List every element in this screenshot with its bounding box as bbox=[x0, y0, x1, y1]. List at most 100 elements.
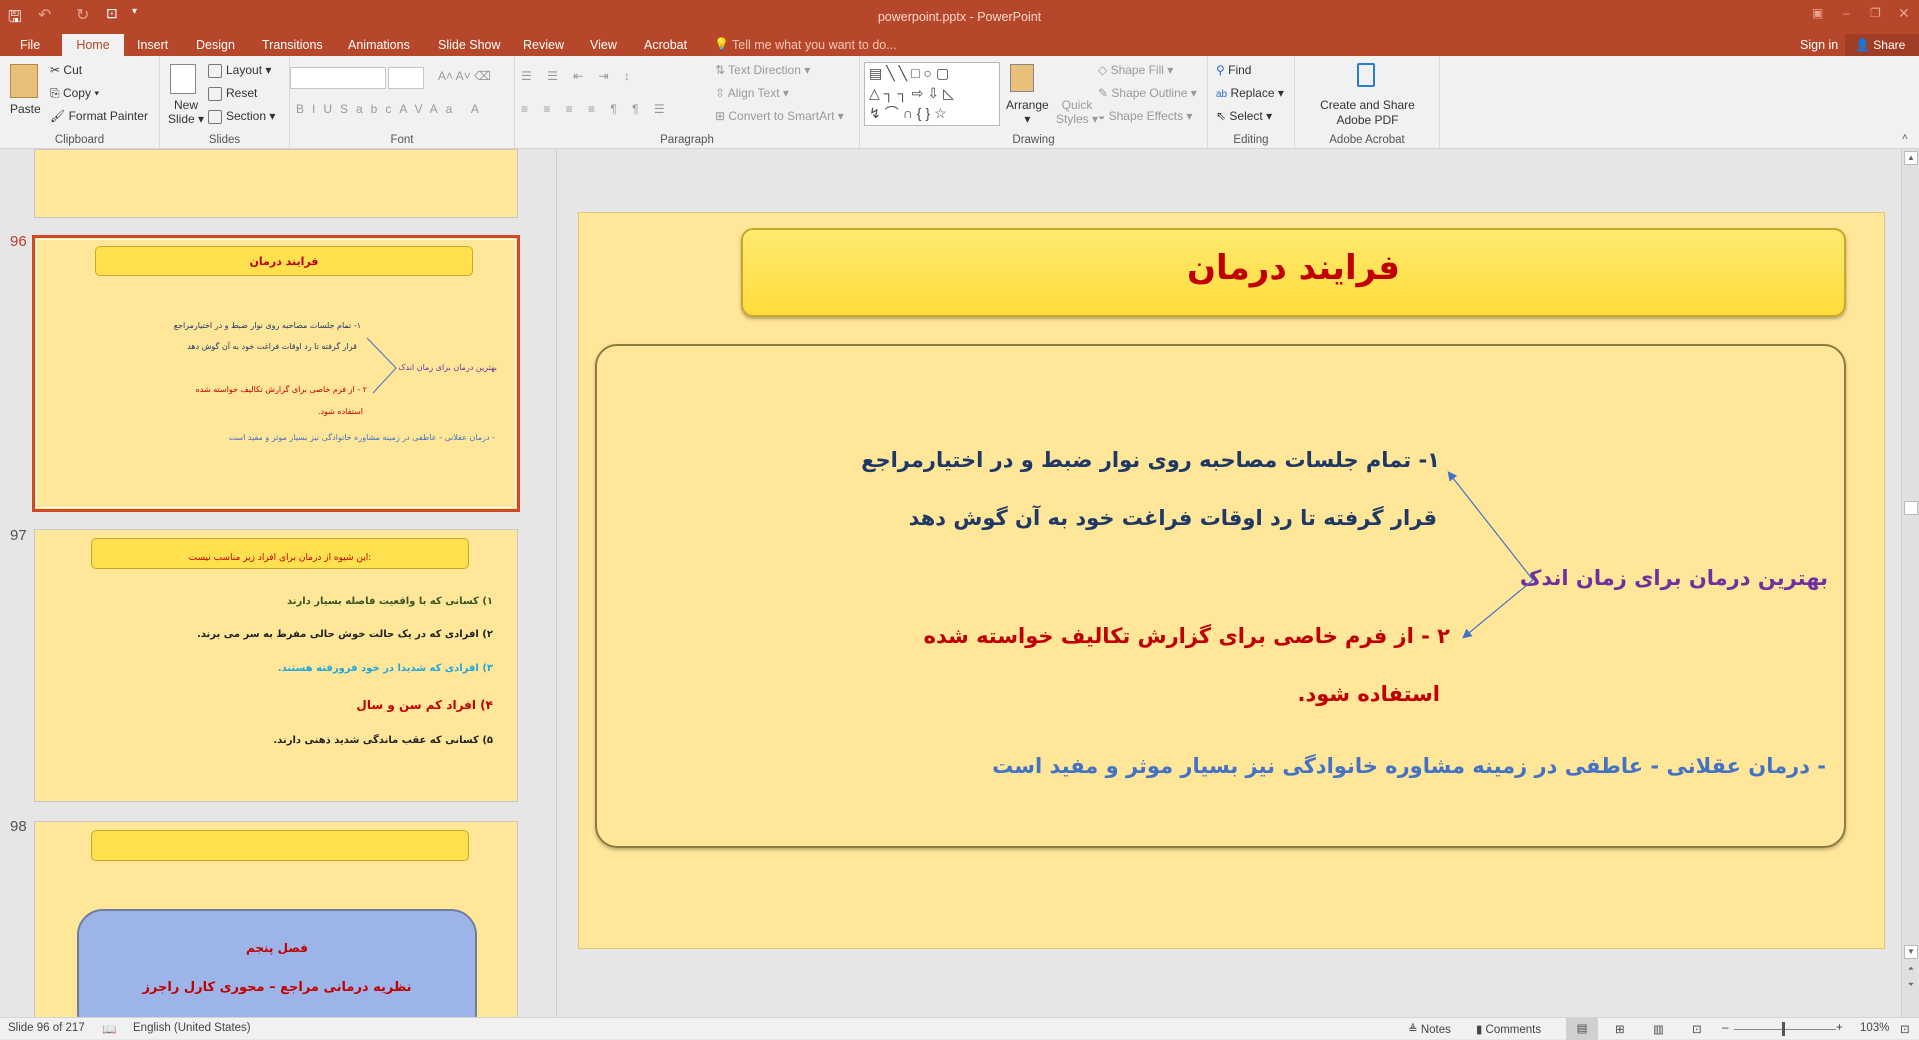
shapes-gallery[interactable]: ▤╲╲□○▢ △┐┐⇨⇩◺ ↯⌒∩{}☆ bbox=[864, 62, 1000, 126]
tab-view[interactable]: View bbox=[582, 34, 625, 56]
tell-me-input[interactable]: Tell me what you want to do... bbox=[732, 38, 897, 52]
copy-icon: ⎘ bbox=[50, 86, 60, 100]
find-button[interactable]: ⚲ Find bbox=[1216, 63, 1251, 77]
comments-button[interactable]: ▮ Comments bbox=[1476, 1022, 1541, 1036]
scroll-down-button[interactable]: ▼ bbox=[1904, 945, 1918, 959]
editing-label: Editing bbox=[1233, 134, 1269, 146]
paragraph-label: Paragraph bbox=[660, 134, 714, 146]
slide-sorter-icon[interactable]: ⊞ bbox=[1615, 1022, 1625, 1036]
paste-button[interactable]: Paste bbox=[10, 102, 41, 116]
thumbnail-number: 98 bbox=[10, 818, 27, 835]
tab-review[interactable]: Review bbox=[515, 34, 572, 56]
comments-label: Comments bbox=[1485, 1024, 1542, 1036]
main-scrollbar[interactable]: ▲ ▼ ⏶ ⏷ bbox=[1901, 149, 1919, 1017]
thumbnail-slide-95[interactable] bbox=[34, 149, 518, 218]
zoom-in-button[interactable]: + bbox=[1836, 1022, 1843, 1034]
font-name-input[interactable] bbox=[290, 67, 386, 89]
language-status[interactable]: English (United States) bbox=[133, 1022, 251, 1034]
font-size-input[interactable] bbox=[388, 67, 424, 89]
zoom-out-button[interactable]: – bbox=[1722, 1022, 1728, 1034]
lightbulb-icon: 💡 bbox=[714, 37, 729, 51]
tab-file[interactable]: File bbox=[12, 34, 48, 56]
new-slide-button[interactable]: New Slide ▾ bbox=[168, 98, 204, 126]
normal-view-icon[interactable]: ▤ bbox=[1566, 1018, 1598, 1040]
ribbon-display-icon[interactable]: ▣ bbox=[1812, 6, 1823, 20]
font-format-buttons[interactable]: BIUSabcAVAa A bbox=[296, 102, 487, 116]
slideshow-view-icon[interactable]: ⊡ bbox=[1692, 1022, 1702, 1036]
minimize-icon[interactable]: – bbox=[1843, 6, 1850, 20]
zoom-slider-thumb[interactable] bbox=[1782, 1022, 1785, 1036]
next-slide-icon[interactable]: ⏷ bbox=[1904, 979, 1918, 993]
fit-to-window-icon[interactable]: ⊡ bbox=[1900, 1022, 1910, 1036]
collapse-ribbon-icon[interactable]: ˄ bbox=[1902, 132, 1908, 143]
thumbnail-slide-96[interactable]: فرایند درمان ۱- تمام جلسات مصاحبه روی نو… bbox=[32, 235, 520, 512]
reading-view-icon[interactable]: ▥ bbox=[1653, 1022, 1664, 1036]
arrange-button[interactable]: Arrange ▾ bbox=[1006, 98, 1049, 126]
zoom-slider[interactable] bbox=[1734, 1029, 1836, 1030]
thumb-line: ۴) افراد کم سن و سال bbox=[356, 698, 493, 712]
scroll-thumb[interactable] bbox=[1904, 501, 1918, 515]
thumb-line: فصل پنجم bbox=[245, 941, 309, 955]
layout-button[interactable]: Layout ▾ bbox=[208, 63, 271, 78]
tab-insert[interactable]: Insert bbox=[129, 34, 176, 56]
clipboard-group: Paste ✂ Cut ⎘ Copy ▾ 🖌 Format Painter Cl… bbox=[0, 56, 160, 148]
shape-effects-button[interactable]: ◒ Shape Effects ▾ bbox=[1098, 109, 1192, 123]
select-label: Select bbox=[1229, 109, 1263, 123]
copy-button[interactable]: ⎘ Copy ▾ bbox=[50, 86, 99, 101]
drawing-group: ▤╲╲□○▢ △┐┐⇨⇩◺ ↯⌒∩{}☆ Arrange ▾ Quick Styles … bbox=[860, 56, 1208, 148]
select-button[interactable]: ⇖ Select ▾ bbox=[1216, 109, 1272, 123]
tab-home[interactable]: Home bbox=[62, 34, 124, 56]
current-slide[interactable]: فرایند درمان ۱- تمام جلسات مصاحبه روی نو… bbox=[578, 212, 1885, 949]
convert-smartart-button[interactable]: ⊞ Convert to SmartArt ▾ bbox=[715, 109, 844, 123]
notes-button[interactable]: ≜ Notes bbox=[1408, 1022, 1451, 1036]
zoom-level[interactable]: 103% bbox=[1860, 1022, 1889, 1034]
tab-slide-show[interactable]: Slide Show bbox=[430, 34, 509, 56]
section-button[interactable]: Section ▾ bbox=[208, 109, 275, 124]
tab-acrobat[interactable]: Acrobat bbox=[636, 34, 695, 56]
thumbnail-slide-98[interactable]: فصل پنجم نظریه درمانی مراجع – محوری کارل… bbox=[34, 821, 518, 1017]
replace-label: Replace bbox=[1230, 86, 1275, 100]
align-text-button[interactable]: ⇳ Align Text ▾ bbox=[715, 86, 789, 100]
section-icon bbox=[208, 109, 222, 124]
share-label: Share bbox=[1873, 38, 1906, 52]
share-button[interactable]: 👤 Share bbox=[1845, 34, 1919, 56]
shape-outline-button[interactable]: ✎ Shape Outline ▾ bbox=[1098, 86, 1197, 100]
tab-animations[interactable]: Animations bbox=[340, 34, 418, 56]
spell-check-icon[interactable]: 📖 bbox=[102, 1022, 116, 1036]
replace-icon: ab bbox=[1216, 89, 1228, 100]
tab-design[interactable]: Design bbox=[188, 34, 243, 56]
grow-shrink-font-icon[interactable]: A˄ A˅ ⌫ bbox=[438, 69, 491, 83]
replace-button[interactable]: ab Replace ▾ bbox=[1216, 86, 1284, 100]
new-slide-label-2: Slide bbox=[168, 112, 195, 126]
list-indent-buttons[interactable]: ☰ ☰ ⇤ ⇥ ↕ bbox=[521, 69, 636, 83]
layout-icon bbox=[208, 63, 222, 78]
thumb-arrows bbox=[366, 337, 397, 394]
thumb-title-box: این شیوه از درمان برای افراد زیر مناسب ن… bbox=[91, 538, 469, 569]
text-direction-button[interactable]: ⇅ Text Direction ▾ bbox=[715, 63, 810, 77]
thumb-chapter-box: فصل پنجم نظریه درمانی مراجع – محوری کارل… bbox=[77, 909, 477, 1017]
section-label: Section bbox=[226, 109, 267, 123]
restore-icon[interactable]: ❐ bbox=[1870, 6, 1881, 20]
alignment-buttons[interactable]: ≡ ≡ ≡ ≡ ¶ ¶ ☰ bbox=[521, 102, 671, 116]
status-bar: Slide 96 of 217 📖 English (United States… bbox=[0, 1017, 1919, 1040]
close-icon[interactable]: ✕ bbox=[1898, 5, 1910, 22]
previous-slide-icon[interactable]: ⏶ bbox=[1904, 963, 1918, 977]
tab-transitions[interactable]: Transitions bbox=[254, 34, 331, 56]
create-share-pdf-button[interactable]: Create and Share Adobe PDF bbox=[1295, 98, 1440, 128]
format-painter-button[interactable]: 🖌 Format Painter bbox=[50, 109, 148, 123]
scroll-up-button[interactable]: ▲ bbox=[1904, 151, 1918, 165]
format-painter-label: Format Painter bbox=[68, 109, 148, 123]
sign-in-link[interactable]: Sign in bbox=[1800, 38, 1838, 52]
reset-button[interactable]: Reset bbox=[208, 86, 257, 101]
font-group: A˄ A˅ ⌫ BIUSabcAVAa A Font bbox=[290, 56, 515, 148]
paintbrush-icon: 🖌 bbox=[50, 109, 66, 123]
thumb-line: ۵) کسانی که عقب ماندگی شدید ذهنی دارند. bbox=[273, 735, 493, 746]
scissors-icon: ✂ bbox=[50, 63, 61, 77]
thumbnail-slide-97[interactable]: این شیوه از درمان برای افراد زیر مناسب ن… bbox=[34, 529, 518, 802]
acrobat-group: Create and Share Adobe PDF Adobe Acrobat bbox=[1295, 56, 1440, 148]
quick-styles-button[interactable]: Quick Styles ▾ bbox=[1056, 98, 1098, 126]
thumb-line: ۳) افرادی که شدیدا در خود فرورفته هستند. bbox=[277, 663, 493, 674]
thumb-title-box bbox=[91, 830, 469, 861]
cut-button[interactable]: ✂ Cut bbox=[50, 63, 82, 77]
shape-fill-button[interactable]: ◇ Shape Fill ▾ bbox=[1098, 63, 1173, 77]
